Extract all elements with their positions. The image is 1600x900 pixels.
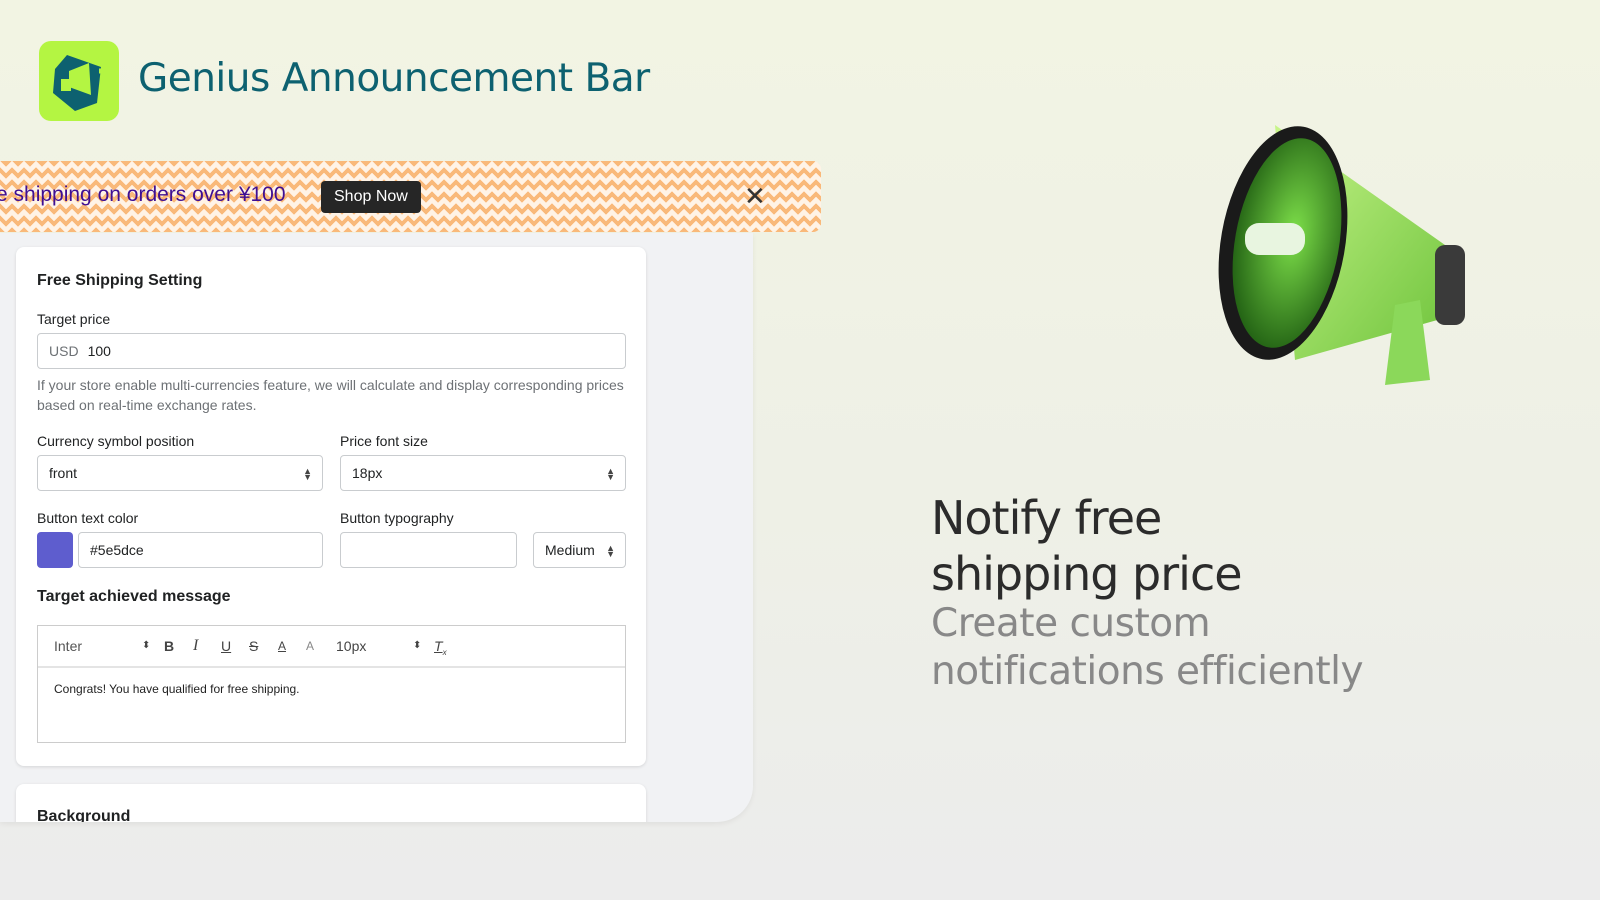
underline-icon[interactable]: U [221,626,231,666]
announcement-text: e shipping on orders over ¥100 [0,183,286,206]
chevron-updown-icon[interactable]: ⬍ [142,626,150,666]
target-price-value: 100 [87,343,111,359]
currency-prefix: USD [49,343,79,359]
editor-toolbar: Inter ⬍ B I U S A A 10px ⬍ Tx [38,626,625,668]
editor-content[interactable]: Congrats! You have qualified for free sh… [54,682,300,696]
font-size-select[interactable]: 10px [336,626,366,666]
close-icon[interactable]: ✕ [744,181,766,211]
currency-position-label: Currency symbol position [37,433,195,449]
card-heading: Free Shipping Setting [37,272,203,289]
chevron-updown-icon: ▲ ▼ [606,466,615,482]
promo-title: Notify free shipping price [931,491,1243,601]
help-text: If your store enable multi-currencies fe… [37,377,624,413]
select-value: 18px [352,465,383,481]
price-font-size-select[interactable]: 18px ▲ ▼ [340,455,626,491]
highlight-color-icon[interactable]: A [306,626,314,666]
text-color-icon[interactable]: A [278,626,286,666]
currency-position-select[interactable]: front ▲ ▼ [37,455,323,491]
message-heading: Target achieved message [37,588,231,605]
target-price-input[interactable]: USD 100 [37,333,626,369]
italic-icon[interactable]: I [193,626,198,666]
strikethrough-icon[interactable]: S [249,626,258,666]
button-text-color-label: Button text color [37,510,139,526]
button-typography-input[interactable] [340,532,517,568]
app-title: Genius Announcement Bar [138,56,650,101]
free-shipping-card: Free Shipping Setting Target price USD 10… [16,247,646,766]
color-swatch[interactable] [37,532,73,568]
promo-subtitle: Create custom notifications efficiently [931,601,1364,694]
chevron-updown-icon: ▲ ▼ [606,543,615,559]
button-text-color-input[interactable]: #5e5dce [78,532,323,568]
megaphone-illustration [1205,115,1495,395]
megaphone-icon [1218,125,1465,385]
button-typography-label: Button typography [340,510,454,526]
announcement-bar-preview: e shipping on orders over ¥100 Shop Now … [0,161,821,232]
rich-text-editor: Inter ⬍ B I U S A A 10px ⬍ Tx Congrats! … [37,625,626,743]
card-heading: Background [37,808,131,822]
chevron-updown-icon[interactable]: ⬍ [413,626,421,666]
shop-now-button[interactable]: Shop Now [321,181,421,213]
chevron-updown-icon: ▲ ▼ [303,466,312,482]
target-price-label: Target price [37,311,111,327]
select-value: Medium [545,542,595,558]
background-card: Background [16,784,646,822]
app-logo [39,41,119,121]
clear-format-icon[interactable]: Tx [434,626,447,673]
megaphone-logo-icon [53,45,109,111]
bold-icon[interactable]: B [164,626,174,666]
font-weight-select[interactable]: Medium ▲ ▼ [533,532,626,568]
price-font-size-label: Price font size [340,433,428,449]
settings-panel: Free Shipping Setting Target price USD 10… [0,233,753,822]
font-family-select[interactable]: Inter [54,626,82,666]
select-value: front [49,465,78,481]
